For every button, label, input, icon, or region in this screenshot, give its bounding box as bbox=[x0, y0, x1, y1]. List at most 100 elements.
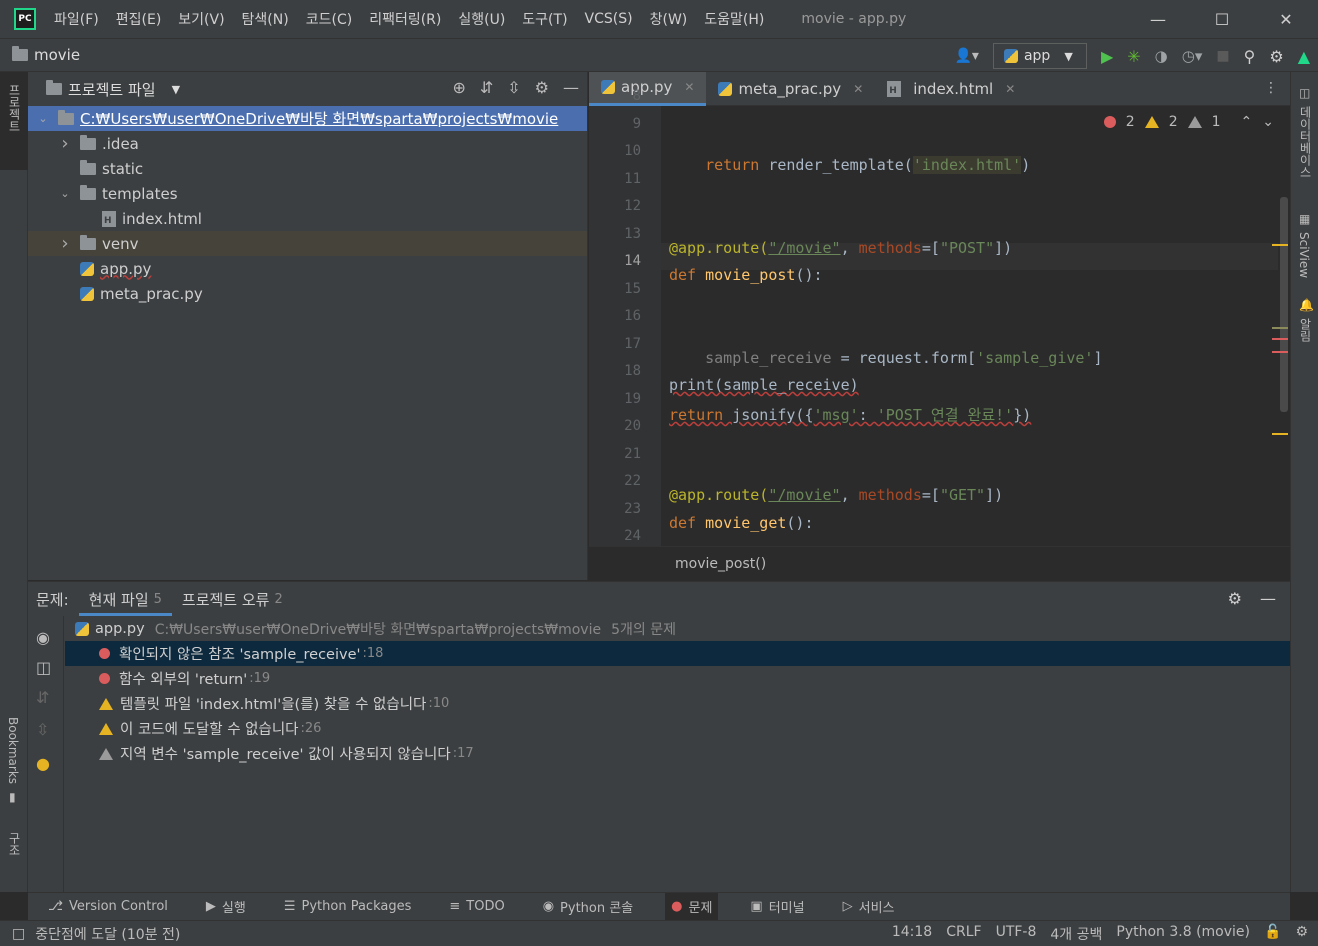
close-tab-icon[interactable]: ✕ bbox=[684, 80, 694, 94]
line-number[interactable]: 8 bbox=[589, 88, 641, 104]
project-view-select[interactable]: 프로젝트 파일 bbox=[68, 79, 156, 100]
line-number[interactable]: 20 bbox=[589, 418, 641, 434]
structure-tool-tab[interactable]: 구조 bbox=[6, 832, 23, 856]
line-number[interactable]: 11 bbox=[589, 171, 641, 187]
coverage-icon[interactable]: ◑ bbox=[1155, 47, 1168, 65]
menu-vcs[interactable]: VCS(S) bbox=[585, 11, 633, 27]
tree-item[interactable]: meta_prac.py bbox=[28, 281, 587, 306]
bookmarks-tool-tab[interactable]: Bookmarks bbox=[6, 717, 20, 784]
locate-icon[interactable]: ⊕ bbox=[452, 78, 465, 97]
tool-window-button[interactable]: ◉ Python 콘솔 bbox=[537, 893, 639, 921]
line-number[interactable]: 13 bbox=[589, 226, 641, 242]
line-number[interactable]: 9 bbox=[589, 116, 641, 132]
lightbulb-icon[interactable]: ● bbox=[36, 754, 50, 773]
problem-item[interactable]: 이 코드에 도달할 수 없습니다:26 bbox=[65, 716, 1290, 741]
line-number[interactable]: 21 bbox=[589, 446, 641, 462]
hide-icon[interactable]: — bbox=[563, 78, 579, 97]
pycharm-logo-icon[interactable]: PC bbox=[14, 8, 36, 30]
line-number[interactable]: 16 bbox=[589, 308, 641, 324]
tool-window-button[interactable]: ≡ TODO bbox=[443, 893, 510, 921]
line-number[interactable]: 23 bbox=[589, 501, 641, 517]
profile-icon[interactable]: ◷▾ bbox=[1182, 47, 1203, 65]
editor-scrollbar[interactable] bbox=[1280, 197, 1288, 412]
gear-icon[interactable]: ⚙ bbox=[535, 78, 549, 97]
menu-refactor[interactable]: 리팩터링(R) bbox=[369, 9, 441, 29]
tab-index-html[interactable]: index.html ✕ bbox=[875, 72, 1027, 106]
chevron-down-icon[interactable]: ⌄ bbox=[36, 112, 50, 125]
menu-code[interactable]: 코드(C) bbox=[306, 9, 352, 29]
status-message[interactable]: 중단점에 도달 (10분 전) bbox=[35, 924, 180, 944]
next-highlight-icon[interactable]: ⌄ bbox=[1262, 114, 1274, 130]
project-tool-tab[interactable]: 프로젝트 bbox=[0, 72, 28, 170]
menu-view[interactable]: 보기(V) bbox=[178, 9, 224, 29]
expand-all-icon[interactable]: ⇵ bbox=[36, 688, 49, 707]
chevron-down-icon[interactable]: ⌄ bbox=[58, 187, 72, 200]
settings-gear-icon[interactable]: ⚙ bbox=[1269, 47, 1283, 66]
line-number[interactable]: 24 bbox=[589, 528, 641, 544]
tool-window-button[interactable]: ▶ 실행 bbox=[200, 893, 252, 921]
problem-file-row[interactable]: app.py C:₩Users₩user₩OneDrive₩바탕 화면₩spar… bbox=[65, 616, 1290, 641]
tree-item[interactable]: ⌄ templates bbox=[28, 181, 587, 206]
expand-all-icon[interactable]: ⇵ bbox=[480, 78, 493, 97]
chevron-down-icon[interactable]: ▼ bbox=[172, 83, 180, 96]
preview-icon[interactable]: ◫ bbox=[36, 658, 51, 677]
run-configuration-select[interactable]: app ▼ bbox=[992, 43, 1087, 69]
tab-meta-prac-py[interactable]: meta_prac.py ✕ bbox=[706, 72, 875, 106]
run-icon[interactable]: ▶ bbox=[1101, 47, 1113, 66]
line-number[interactable]: 18 bbox=[589, 363, 641, 379]
tree-item[interactable]: index.html bbox=[28, 206, 587, 231]
previous-highlight-icon[interactable]: ⌃ bbox=[1241, 114, 1253, 130]
hide-icon[interactable]: — bbox=[1260, 589, 1276, 608]
search-icon[interactable]: ⚲ bbox=[1244, 47, 1256, 66]
line-number[interactable]: 17 bbox=[589, 336, 641, 352]
maximize-icon[interactable]: ☐ bbox=[1190, 0, 1254, 38]
tool-window-button[interactable]: ▷ 서비스 bbox=[837, 893, 901, 921]
tab-current-file[interactable]: 현재 파일 5 bbox=[78, 582, 173, 616]
close-window-icon[interactable]: ✕ bbox=[1254, 0, 1318, 38]
problem-item[interactable]: 템플릿 파일 'index.html'을(를) 찾을 수 없습니다:10 bbox=[65, 691, 1290, 716]
problem-item[interactable]: 확인되지 않은 참조 'sample_receive':18 bbox=[65, 641, 1290, 666]
minimize-icon[interactable]: — bbox=[1126, 0, 1190, 38]
problem-item[interactable]: 함수 외부의 'return':19 bbox=[65, 666, 1290, 691]
tool-window-button[interactable]: ☰ Python Packages bbox=[278, 893, 418, 921]
menu-window[interactable]: 창(W) bbox=[650, 9, 688, 29]
collapse-all-icon[interactable]: ⇳ bbox=[36, 720, 49, 739]
menu-run[interactable]: 실행(U) bbox=[458, 9, 505, 29]
user-icon[interactable]: 👤▾ bbox=[954, 48, 978, 64]
chevron-right-icon[interactable]: › bbox=[58, 133, 72, 154]
tree-item[interactable]: ⌄ C:₩Users₩user₩OneDrive₩바탕 화면₩sparta₩pro… bbox=[28, 106, 587, 131]
inspection-widget[interactable]: 2 2 1 ⌃ ⌄ bbox=[1103, 114, 1274, 130]
eye-icon[interactable]: ◉ bbox=[36, 628, 50, 647]
menu-navigate[interactable]: 탐색(N) bbox=[242, 9, 289, 29]
line-number[interactable]: 14 bbox=[589, 253, 641, 269]
tool-window-button[interactable]: ⎇ Version Control bbox=[42, 893, 174, 921]
caret-position[interactable]: 14:18 bbox=[892, 924, 932, 944]
tool-window-button[interactable]: ● 문제 bbox=[665, 892, 719, 921]
inspection-profile-icon[interactable]: ⚙ bbox=[1295, 924, 1308, 944]
stop-icon[interactable]: ■ bbox=[1216, 48, 1229, 64]
python-interpreter[interactable]: Python 3.8 (movie) bbox=[1116, 924, 1250, 944]
chevron-right-icon[interactable]: › bbox=[58, 233, 72, 254]
line-separator[interactable]: CRLF bbox=[946, 924, 981, 944]
project-breadcrumb[interactable]: movie bbox=[12, 46, 80, 64]
close-tab-icon[interactable]: ✕ bbox=[1005, 82, 1015, 96]
debug-icon[interactable]: ✳ bbox=[1127, 47, 1140, 66]
line-number[interactable]: 10 bbox=[589, 143, 641, 159]
more-options-icon[interactable]: ⋮ bbox=[1264, 80, 1278, 96]
line-number[interactable]: 19 bbox=[589, 391, 641, 407]
close-tab-icon[interactable]: ✕ bbox=[853, 82, 863, 96]
indent-setting[interactable]: 4개 공백 bbox=[1050, 924, 1102, 944]
tree-item[interactable]: app.py bbox=[28, 256, 587, 281]
code-area[interactable]: return render_template('index.html') @ap… bbox=[661, 106, 1278, 546]
problem-item[interactable]: 지역 변수 'sample_receive' 값이 사용되지 않습니다:17 bbox=[65, 741, 1290, 766]
line-number[interactable]: 15 bbox=[589, 281, 641, 297]
menu-edit[interactable]: 편집(E) bbox=[116, 9, 162, 29]
tree-item[interactable]: static bbox=[28, 156, 587, 181]
tree-item[interactable]: › .idea bbox=[28, 131, 587, 156]
line-number[interactable]: 12 bbox=[589, 198, 641, 214]
gear-icon[interactable]: ⚙ bbox=[1228, 589, 1242, 608]
sciview-tool-tab[interactable]: SciView bbox=[1297, 232, 1311, 278]
tree-item[interactable]: › venv bbox=[28, 231, 587, 256]
tool-window-button[interactable]: ▣ 터미널 bbox=[744, 893, 810, 921]
tab-project-errors[interactable]: 프로젝트 오류 2 bbox=[182, 582, 283, 616]
